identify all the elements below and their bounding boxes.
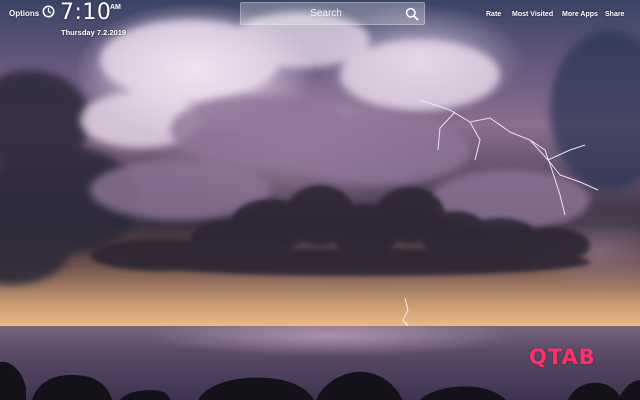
clock-ampm: AM [110,4,121,11]
background-wallpaper [0,0,640,400]
search-input[interactable] [241,3,401,24]
search-bar [240,2,425,25]
clock-icon[interactable] [42,5,55,18]
clock-date: Thursday 7.2.2019 [61,28,127,37]
qtab-logo[interactable]: QTAB [529,345,596,369]
search-icon[interactable] [405,7,419,21]
more-apps-link[interactable]: More Apps [562,11,598,18]
most-visited-link[interactable]: Most Visited [512,11,553,18]
options-link[interactable]: Options [9,9,39,18]
foreground-rocks [0,361,640,400]
rate-link[interactable]: Rate [486,11,501,18]
clock-time: 7:10 [60,0,112,25]
share-link[interactable]: Share [605,11,624,18]
